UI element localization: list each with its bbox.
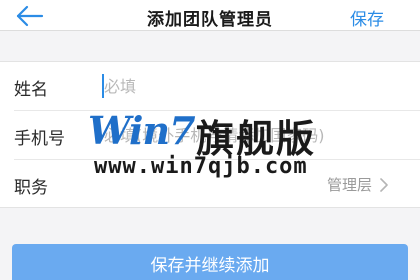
phone-label: 手机号 — [14, 129, 65, 149]
save-button[interactable]: 保存 — [350, 5, 384, 30]
role-row[interactable]: 职务 管理层 — [0, 160, 420, 209]
top-bar: 添加团队管理员 保存 — [0, 0, 420, 31]
role-value: 管理层 — [326, 176, 372, 194]
name-row: 姓名 — [0, 62, 420, 111]
name-label: 姓名 — [14, 80, 48, 100]
save-and-continue-button[interactable]: 保存并继续添加 — [12, 244, 408, 280]
phone-row: 手机号 — [0, 111, 420, 160]
phone-input[interactable] — [104, 121, 394, 149]
chevron-right-icon — [380, 178, 388, 192]
role-label: 职务 — [14, 178, 48, 198]
name-input[interactable] — [104, 72, 394, 100]
admin-form: 姓名 手机号 职务 管理层 — [0, 61, 420, 208]
